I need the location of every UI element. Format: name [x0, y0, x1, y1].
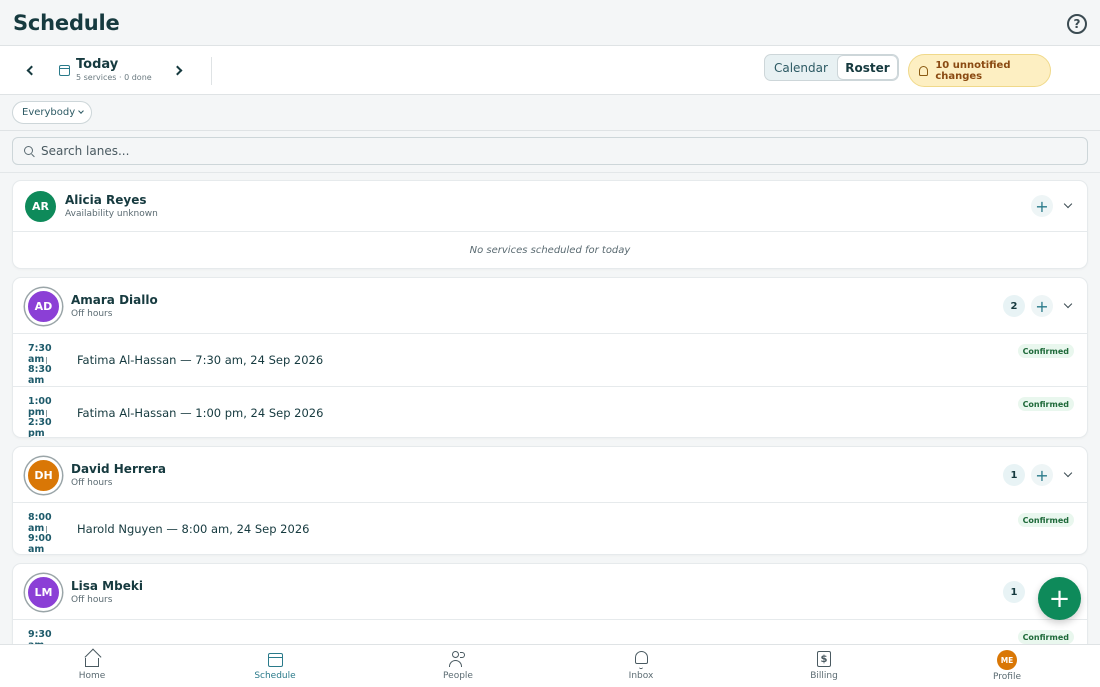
search-field — [12, 137, 1088, 165]
people-filter-dropdown[interactable]: Everybody — [12, 101, 92, 124]
service-end-time: 9:00 am — [28, 533, 52, 555]
service-start-time: 8:00 am — [28, 512, 52, 534]
date-summary: 5 services · 0 done — [76, 73, 152, 82]
time-separator — [46, 526, 47, 533]
service-title: Harold Nguyen — 8:00 am, 24 Sep 2026 — [77, 522, 310, 536]
lane-card-alicia-reyes: AR Alicia Reyes Availability unknown + N… — [12, 180, 1088, 269]
toolbar-divider — [211, 57, 212, 85]
service-count-badge: 1 — [1003, 581, 1025, 603]
avatar: LM — [25, 574, 62, 611]
status-badge: Confirmed — [1017, 397, 1074, 411]
people-filter-label: Everybody — [22, 107, 76, 118]
billing-icon: $ — [815, 650, 833, 668]
lane-header[interactable]: AD Amara Diallo Off hours 2 + — [13, 278, 1087, 334]
empty-message: No services scheduled for today — [469, 245, 631, 256]
search-input[interactable] — [41, 138, 1071, 164]
tab-label: Profile — [993, 672, 1021, 682]
status-badge: Confirmed — [1017, 630, 1074, 644]
calendar-view-button[interactable]: Calendar — [765, 55, 837, 80]
expand-lane-button[interactable] — [1061, 299, 1075, 313]
calendar-icon — [266, 650, 284, 668]
person-name: David Herrera — [71, 462, 166, 476]
person-status: Off hours — [71, 309, 113, 319]
tab-profile[interactable]: ME Profile — [967, 650, 1047, 682]
unnotified-changes-label: 10 unnotified changes — [935, 59, 1011, 82]
chevron-down-icon — [1063, 468, 1073, 478]
tab-label: People — [443, 671, 473, 681]
person-status: Off hours — [71, 595, 113, 605]
date-toolbar: Calendar Roster 10 unnotified changes — [0, 46, 1100, 95]
status-badge: Confirmed — [1017, 344, 1074, 358]
home-icon — [83, 650, 101, 668]
service-row[interactable]: 1:00 pm 2:30 pm Fatima Al-Hassan — 1:00 … — [13, 387, 1087, 438]
chevron-left-icon — [26, 65, 37, 75]
avatar: AD — [25, 288, 62, 325]
lane-header[interactable]: AR Alicia Reyes Availability unknown + — [13, 181, 1087, 232]
person-status: Off hours — [71, 478, 113, 488]
service-start-time: 7:30 am — [28, 343, 52, 365]
tab-home[interactable]: Home — [52, 650, 132, 681]
tab-billing[interactable]: $ Billing — [784, 650, 864, 681]
chevron-right-icon — [172, 65, 183, 75]
lane-card-lisa-mbeki: LM Lisa Mbeki Off hours 1 9:30 am Confir… — [12, 563, 1088, 653]
status-badge: Confirmed — [1017, 513, 1074, 527]
add-service-button[interactable]: + — [1031, 295, 1053, 317]
service-title: Fatima Al-Hassan — 1:00 pm, 24 Sep 2026 — [77, 406, 324, 420]
calendar-icon — [59, 65, 70, 76]
chevron-down-icon — [1063, 299, 1073, 309]
service-count-badge: 2 — [1003, 295, 1025, 317]
tab-label: Inbox — [628, 671, 654, 681]
person-status: Availability unknown — [65, 209, 158, 219]
tab-label: Billing — [810, 671, 838, 681]
page-title: Schedule — [13, 11, 120, 35]
search-icon — [24, 146, 33, 155]
view-toggle: Calendar Roster — [764, 54, 899, 81]
people-icon — [449, 650, 467, 668]
expand-lane-button[interactable] — [1061, 468, 1075, 482]
bottom-nav: Home Schedule People Inbox $ Billing ME … — [0, 644, 1100, 687]
lane-header[interactable]: DH David Herrera Off hours 1 + — [13, 447, 1087, 503]
person-name: Alicia Reyes — [65, 193, 147, 207]
avatar: ME — [997, 650, 1017, 670]
service-end-time: 2:30 pm — [28, 417, 52, 438]
help-icon[interactable]: ? — [1067, 14, 1087, 34]
person-name: Amara Diallo — [71, 293, 158, 307]
previous-day-button[interactable] — [20, 60, 40, 80]
avatar: AR — [25, 191, 56, 222]
person-name: Lisa Mbeki — [71, 579, 143, 593]
service-row[interactable]: 8:00 am 9:00 am Harold Nguyen — 8:00 am,… — [13, 503, 1087, 555]
plus-icon: + — [1048, 583, 1071, 614]
unnotified-changes-button[interactable]: 10 unnotified changes — [908, 54, 1051, 87]
filter-bar — [0, 95, 1100, 131]
service-row[interactable]: 7:30 am 8:30 am Fatima Al-Hassan — 7:30 … — [13, 334, 1087, 387]
service-end-time: 8:30 am — [28, 364, 52, 386]
avatar: DH — [25, 457, 62, 494]
service-count-badge: 1 — [1003, 464, 1025, 486]
add-service-fab[interactable]: + — [1038, 577, 1081, 620]
tab-label: Schedule — [254, 671, 296, 681]
next-day-button[interactable] — [169, 60, 189, 80]
tab-people[interactable]: People — [418, 650, 498, 681]
time-separator — [46, 357, 47, 364]
service-start-time: 1:00 pm — [28, 396, 52, 418]
lane-card-amara-diallo: AD Amara Diallo Off hours 2 + 7:30 am 8:… — [12, 277, 1088, 438]
chevron-down-icon — [78, 108, 84, 114]
date-label[interactable]: Today — [76, 57, 118, 72]
expand-lane-button[interactable] — [1061, 199, 1075, 213]
service-title: Fatima Al-Hassan — 7:30 am, 24 Sep 2026 — [77, 353, 324, 367]
tab-schedule[interactable]: Schedule — [235, 650, 315, 681]
roster-view-button[interactable]: Roster — [836, 55, 898, 80]
chevron-down-icon — [1063, 199, 1073, 209]
lane-card-david-herrera: DH David Herrera Off hours 1 + 8:00 am 9… — [12, 446, 1088, 555]
top-bar: Schedule ? — [0, 0, 1100, 46]
divider — [0, 172, 1100, 173]
bell-icon — [919, 65, 929, 76]
lane-header[interactable]: LM Lisa Mbeki Off hours 1 — [13, 564, 1087, 620]
tab-label: Home — [78, 671, 106, 681]
add-service-button[interactable]: + — [1031, 195, 1053, 217]
bell-icon — [632, 650, 650, 669]
add-service-button[interactable]: + — [1031, 464, 1053, 486]
tab-inbox[interactable]: Inbox — [601, 650, 681, 681]
time-separator — [46, 410, 47, 417]
